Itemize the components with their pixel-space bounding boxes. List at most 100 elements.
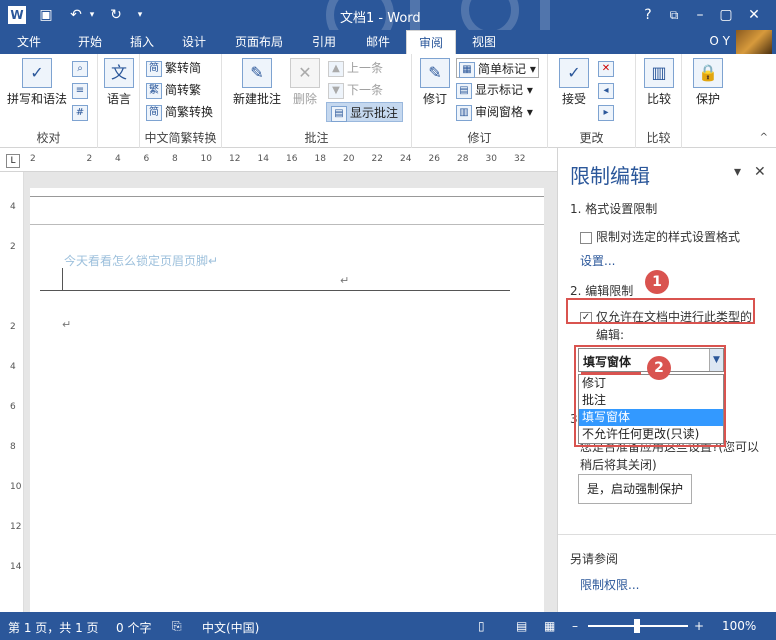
- trad-to-simp-icon: 简: [146, 60, 162, 77]
- zoom-in-icon[interactable]: +: [694, 619, 704, 633]
- markup-dropdown[interactable]: ▦ 简单标记 ▾: [456, 58, 539, 78]
- status-bar: 第 1 页，共 1 页 0 个字 ⎘ 中文(中国) ▯ ▤ ▦ – + 100%: [0, 612, 776, 640]
- start-enforcing-button[interactable]: 是，启动强制保护: [578, 474, 692, 504]
- language-button[interactable]: 文 语言: [102, 58, 136, 107]
- ruler-tick: 12: [10, 522, 22, 532]
- thesaurus-icon: ≡: [72, 82, 88, 99]
- show-markup-label: 显示标记: [475, 83, 524, 97]
- show-markup-icon: ▤: [456, 82, 472, 99]
- convert-button[interactable]: 简简繁转换: [146, 102, 213, 122]
- collapse-ribbon-icon[interactable]: ^: [760, 132, 768, 143]
- new-comment-button[interactable]: ✎ 新建批注: [228, 58, 286, 107]
- markup-icon: ▦: [459, 61, 475, 78]
- ribbon: ✓ 拼写和语法 ⌕ ≡ # 校对 文 语言 简繁转简 繁简转繁 简简繁转换 中文…: [0, 54, 776, 148]
- reject-button[interactable]: ✕: [598, 58, 617, 78]
- trad-to-simp-button[interactable]: 简繁转简: [146, 58, 201, 78]
- ribbon-display-options-icon[interactable]: ⧉: [664, 5, 684, 25]
- header-text[interactable]: 今天看看怎么锁定页眉页脚↵: [64, 252, 218, 269]
- tab-page-layout[interactable]: 页面布局: [226, 30, 292, 54]
- zoom-level[interactable]: 100%: [722, 619, 756, 633]
- restrict-permission-link[interactable]: 限制权限...: [580, 576, 639, 593]
- tab-design[interactable]: 设计: [170, 30, 218, 54]
- maximize-icon[interactable]: ▢: [716, 5, 736, 25]
- tab-file[interactable]: 文件: [0, 30, 58, 54]
- tab-mailings[interactable]: 邮件: [354, 30, 402, 54]
- user-name[interactable]: O Y: [709, 34, 730, 48]
- help-icon[interactable]: ?: [638, 5, 658, 25]
- ruler-tick: 28: [457, 154, 469, 164]
- simp-to-trad-button[interactable]: 繁简转繁: [146, 80, 201, 100]
- ruler-tick: 14: [10, 562, 22, 572]
- spelling-grammar-button[interactable]: ✓ 拼写和语法: [4, 58, 70, 107]
- header-separator-line: [40, 290, 510, 291]
- accept-icon: ✓: [559, 58, 589, 88]
- ruler-tick: 2: [30, 154, 36, 164]
- lock-icon: 🔒: [693, 58, 723, 88]
- tab-home[interactable]: 开始: [66, 30, 114, 54]
- thesaurus-button[interactable]: ≡: [72, 80, 91, 100]
- pane-close-icon[interactable]: ✕: [754, 164, 766, 180]
- see-also-title: 另请参阅: [570, 552, 619, 566]
- tab-insert[interactable]: 插入: [118, 30, 166, 54]
- compare-button[interactable]: ▥ 比较: [642, 58, 676, 107]
- customize-quick-access-icon[interactable]: ▾: [130, 5, 150, 25]
- format-restriction-checkbox[interactable]: 限制对选定的样式设置格式: [580, 228, 740, 245]
- next-change-button[interactable]: ▸: [598, 102, 617, 122]
- format-restriction-label: 限制对选定的样式设置格式: [596, 230, 741, 244]
- redo-icon[interactable]: ↻: [106, 5, 126, 25]
- tab-view[interactable]: 视图: [460, 30, 508, 54]
- zoom-slider-thumb[interactable]: [634, 619, 640, 633]
- research-icon: ⌕: [72, 60, 88, 77]
- ruler-tick: 4: [10, 202, 16, 212]
- simp-to-trad-label: 简转繁: [165, 83, 202, 97]
- research-button[interactable]: ⌕: [72, 58, 91, 78]
- compare-button-label: 比较: [646, 92, 671, 106]
- ruler-tick: 32: [514, 154, 526, 164]
- web-layout-icon[interactable]: ▦: [544, 619, 555, 633]
- paragraph-mark: ↵: [62, 318, 72, 331]
- read-mode-icon[interactable]: ▯: [478, 619, 485, 633]
- header-area-line: [30, 224, 544, 225]
- delete-comment-button[interactable]: ✕ 删除: [286, 58, 324, 107]
- word-app-icon[interactable]: W: [8, 6, 26, 24]
- tab-references[interactable]: 引用: [300, 30, 348, 54]
- ruler-tick: 26: [428, 154, 440, 164]
- save-icon[interactable]: ▣: [36, 5, 56, 25]
- zoom-out-icon[interactable]: –: [572, 619, 578, 633]
- accept-button[interactable]: ✓ 接受: [554, 58, 594, 107]
- close-icon[interactable]: ✕: [744, 5, 764, 25]
- minimize-icon[interactable]: –: [690, 5, 710, 25]
- previous-change-button[interactable]: ◂: [598, 80, 617, 100]
- ruler-tick: 4: [10, 362, 16, 372]
- trad-to-simp-label: 繁转简: [165, 61, 202, 75]
- checkbox-icon: [580, 231, 592, 244]
- undo-dropdown-icon[interactable]: ▾: [82, 5, 102, 25]
- group-language: 文 语言: [98, 54, 140, 148]
- next-comment-button[interactable]: ▼ 下一条: [328, 80, 383, 100]
- pane-options-icon[interactable]: ▾: [734, 164, 741, 180]
- track-changes-button[interactable]: ✎ 修订: [418, 58, 452, 107]
- page-count[interactable]: 第 1 页，共 1 页: [8, 619, 99, 636]
- tab-review[interactable]: 审阅: [406, 30, 456, 54]
- show-comments-button[interactable]: ▤ 显示批注: [326, 102, 404, 122]
- ruler-tick: 22: [371, 154, 383, 164]
- previous-comment-button[interactable]: ▲ 上一条: [328, 58, 383, 78]
- next-comment-icon: ▼: [328, 82, 344, 99]
- language-status[interactable]: 中文(中国): [202, 619, 259, 636]
- word-count[interactable]: 0 个字: [116, 619, 151, 636]
- spelling-grammar-label: 拼写和语法: [6, 92, 67, 106]
- proofing-status-icon[interactable]: ⎘: [172, 619, 182, 634]
- avatar[interactable]: [736, 30, 772, 54]
- protect-button[interactable]: 🔒 保护: [690, 58, 726, 107]
- tab-stop-selector[interactable]: L: [6, 154, 20, 168]
- highlight-box-1: [566, 298, 755, 324]
- reviewing-pane-button[interactable]: ▥ 审阅窗格 ▾: [456, 102, 533, 122]
- print-layout-icon[interactable]: ▤: [516, 619, 527, 633]
- ruler-tick: 16: [286, 154, 298, 164]
- vertical-ruler[interactable]: 4 2 2 4 6 8 10 12 14: [6, 172, 24, 612]
- show-markup-button[interactable]: ▤ 显示标记 ▾: [456, 80, 533, 100]
- word-count-button[interactable]: #: [72, 102, 91, 122]
- settings-link[interactable]: 设置...: [580, 252, 615, 269]
- horizontal-ruler[interactable]: 2 2 4 6 8 10 12 14 16 18 20 22 24 26 28 30 32: [30, 152, 545, 168]
- ruler-tick: 14: [257, 154, 269, 164]
